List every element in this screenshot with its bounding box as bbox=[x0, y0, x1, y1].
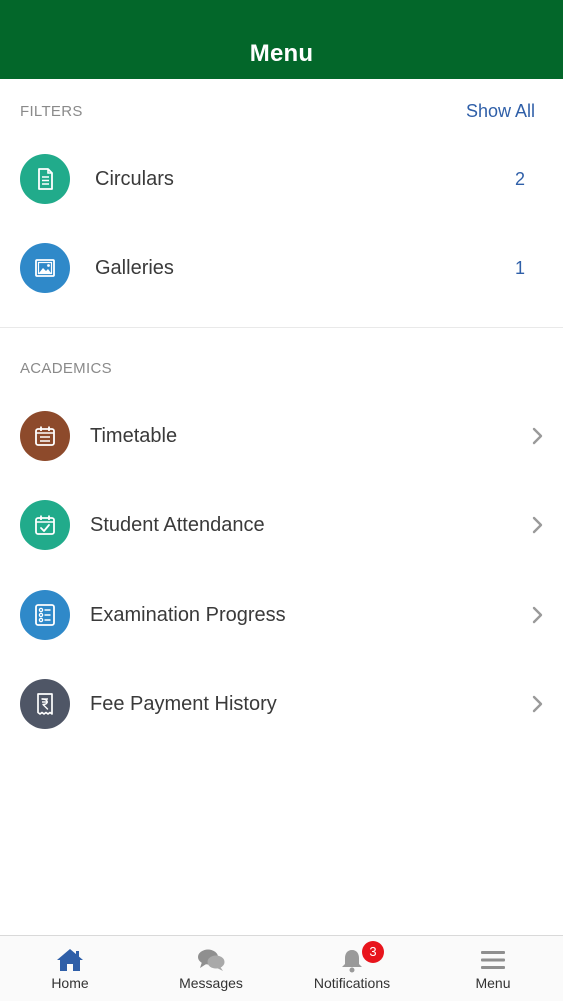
menu-item-label: Examination Progress bbox=[90, 603, 286, 626]
document-icon bbox=[20, 154, 70, 204]
tab-label: Messages bbox=[179, 975, 243, 991]
page-title: Menu bbox=[249, 39, 314, 67]
chevron-right-icon bbox=[532, 695, 543, 713]
show-all-link[interactable]: Show All bbox=[466, 101, 535, 122]
menu-item-student-attendance[interactable]: Student Attendance bbox=[0, 480, 563, 570]
checklist-icon bbox=[20, 590, 70, 640]
chevron-right-icon bbox=[532, 606, 543, 624]
menu-item-label: Student Attendance bbox=[90, 513, 265, 536]
filter-item-circulars[interactable]: Circulars 2 bbox=[0, 134, 563, 224]
notification-badge: 3 bbox=[362, 941, 384, 963]
tab-label: Notifications bbox=[313, 975, 391, 991]
tab-label: Menu bbox=[475, 975, 511, 991]
menu-item-label: Fee Payment History bbox=[90, 692, 277, 715]
menu-item-timetable[interactable]: Timetable bbox=[0, 391, 563, 481]
filter-item-label: Circulars bbox=[95, 167, 174, 190]
menu-item-label: Timetable bbox=[90, 424, 178, 447]
app-header: Menu bbox=[0, 0, 563, 79]
bottom-tab-bar: Home Messages 3 Notifications Menu bbox=[0, 935, 563, 1001]
filter-item-count: 1 bbox=[514, 257, 525, 278]
rupee-receipt-icon bbox=[20, 679, 70, 729]
tab-label: Home bbox=[51, 975, 89, 991]
calendar-check-icon bbox=[20, 500, 70, 550]
home-icon bbox=[57, 949, 83, 971]
tab-notifications[interactable]: 3 Notifications bbox=[282, 936, 422, 1001]
tab-messages[interactable]: Messages bbox=[141, 936, 281, 1001]
calendar-list-icon bbox=[20, 411, 70, 461]
filters-section-label: FILTERS bbox=[20, 103, 83, 120]
tab-home[interactable]: Home bbox=[0, 936, 140, 1001]
chat-bubbles-icon bbox=[198, 949, 225, 971]
section-divider bbox=[0, 327, 563, 328]
menu-item-examination-progress[interactable]: Examination Progress bbox=[0, 570, 563, 660]
image-icon bbox=[20, 243, 70, 293]
academics-section-label: ACADEMICS bbox=[20, 360, 112, 377]
menu-item-fee-payment-history[interactable]: Fee Payment History bbox=[0, 659, 563, 749]
filter-item-label: Galleries bbox=[95, 256, 174, 279]
filter-item-count: 2 bbox=[514, 168, 525, 189]
chevron-right-icon bbox=[532, 427, 543, 445]
hamburger-icon bbox=[481, 951, 505, 969]
filter-item-galleries[interactable]: Galleries 1 bbox=[0, 223, 563, 313]
tab-menu[interactable]: Menu bbox=[423, 936, 563, 1001]
chevron-right-icon bbox=[532, 516, 543, 534]
